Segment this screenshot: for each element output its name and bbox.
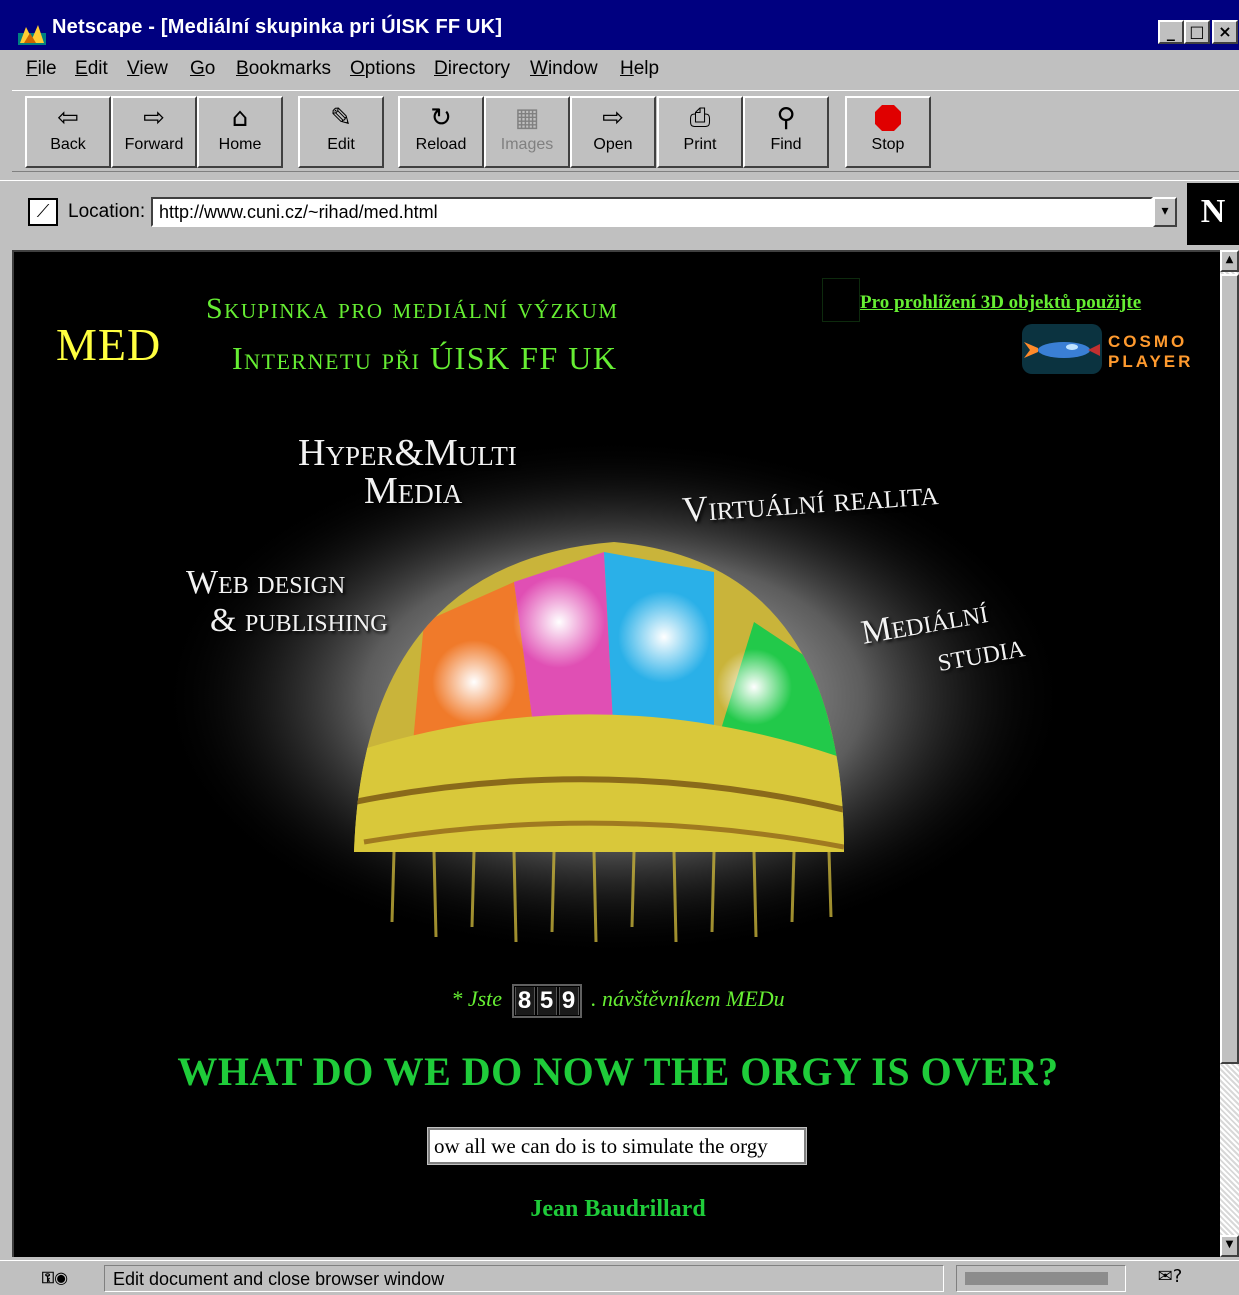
- menu-bar: File Edit View Go Bookmarks Options Dire…: [0, 50, 1239, 86]
- minimize-button[interactable]: _: [1158, 20, 1184, 44]
- counter-digit: 5: [536, 987, 557, 1015]
- location-label: Location:: [68, 201, 146, 222]
- scroll-down-button[interactable]: ▼: [1220, 1235, 1239, 1257]
- menu-go[interactable]: Go: [190, 58, 215, 80]
- location-bar: ⟋ Location: http://www.cuni.cz/~rihad/me…: [0, 180, 1239, 246]
- med-logo: MED: [56, 319, 162, 370]
- visitor-counter-line: * Jste 859 . návštěvníkem MEDu: [14, 984, 1220, 1018]
- open-icon: ⇨: [602, 103, 624, 133]
- pencil-icon: ✎: [330, 103, 352, 133]
- reload-label: Reload: [415, 136, 467, 153]
- home-button[interactable]: ⌂ Home: [197, 96, 283, 168]
- vertical-scrollbar[interactable]: ▲ ▼: [1220, 250, 1239, 1257]
- stop-label: Stop: [871, 136, 905, 153]
- cosmo-player-text: COSMO PLAYER: [1108, 332, 1193, 372]
- chevron-down-icon: ▾: [1161, 203, 1169, 219]
- progress-bar: [956, 1265, 1126, 1292]
- print-label: Print: [683, 136, 717, 153]
- counter-digit: 8: [514, 987, 535, 1015]
- menu-options[interactable]: Options: [350, 58, 415, 80]
- hyper-multimedia-link[interactable]: Hyper&Multi Media: [298, 434, 517, 510]
- binoculars-icon: ⚲: [776, 103, 796, 133]
- bookmark-icon[interactable]: ⟋: [28, 198, 58, 226]
- edit-button[interactable]: ✎ Edit: [298, 96, 384, 168]
- images-button[interactable]: ▦ Images: [484, 96, 570, 168]
- home-icon: ⌂: [231, 103, 249, 133]
- forward-button[interactable]: ⇨ Forward: [111, 96, 197, 168]
- arrow-left-icon: ⇦: [57, 103, 79, 133]
- cosmo-text-line-1: COSMO: [1108, 332, 1188, 351]
- edit-label: Edit: [327, 136, 355, 153]
- stop-icon: [847, 98, 929, 136]
- counter-prefix: * Jste: [451, 986, 503, 1012]
- window-title: Netscape - [Mediální skupinka pri ÚISK F…: [52, 16, 503, 38]
- scroll-thumb[interactable]: [1220, 274, 1239, 1064]
- counter-suffix: . návštěvníkem MEDu: [591, 986, 785, 1012]
- arrow-up-icon: ▲: [1225, 254, 1234, 265]
- back-label: Back: [50, 136, 86, 153]
- web-design-line-2: & publishing: [210, 602, 388, 639]
- cosmo-player-link[interactable]: Pro prohlížení 3D objektů použijte: [860, 292, 1141, 314]
- netscape-logo[interactable]: N: [1187, 181, 1239, 245]
- arrow-right-icon: ⇨: [143, 103, 165, 133]
- status-bar: ⚿◉ Edit document and close browser windo…: [0, 1260, 1239, 1295]
- security-key-icon[interactable]: ⚿◉: [24, 1267, 86, 1291]
- url-dropdown-button[interactable]: ▾: [1153, 197, 1177, 227]
- menu-file[interactable]: File: [26, 58, 57, 80]
- page-heading-line-2: Internetu při ÚISK FF UK: [232, 340, 618, 376]
- hyper-multimedia-line-2: Media: [364, 470, 463, 512]
- maximize-button[interactable]: □: [1184, 20, 1210, 44]
- menu-view[interactable]: View: [127, 58, 168, 80]
- menu-directory[interactable]: Directory: [434, 58, 510, 80]
- find-button[interactable]: ⚲ Find: [743, 96, 829, 168]
- quote-author: Jean Baudrillard: [530, 1196, 706, 1222]
- rocket-icon: [1022, 324, 1102, 374]
- arrow-down-icon: ▼: [1225, 1239, 1234, 1250]
- page-viewport: MED Skupinka pro mediální výzkum Interne…: [12, 250, 1220, 1257]
- printer-icon: ⎙: [689, 103, 711, 133]
- url-input[interactable]: http://www.cuni.cz/~rihad/med.html: [151, 197, 1153, 227]
- web-design-line-1: Web design: [186, 564, 346, 601]
- reload-button[interactable]: ↻ Reload: [398, 96, 484, 168]
- menu-edit[interactable]: Edit: [75, 58, 108, 80]
- forward-label: Forward: [124, 136, 184, 153]
- open-button[interactable]: ⇨ Open: [570, 96, 656, 168]
- visitor-counter: 859: [511, 984, 582, 1018]
- stop-button[interactable]: Stop: [845, 96, 931, 168]
- close-button[interactable]: ×: [1212, 20, 1238, 44]
- central-artwork-image-map[interactable]: Hyper&Multi Media Virtuální realita Web …: [154, 422, 1074, 957]
- hyper-multimedia-line-1: Hyper&Multi: [298, 432, 517, 474]
- cosmo-player-logo[interactable]: COSMO PLAYER: [1022, 324, 1194, 374]
- menu-bookmarks[interactable]: Bookmarks: [236, 58, 331, 80]
- menu-window[interactable]: Window: [530, 58, 598, 80]
- menu-help[interactable]: Help: [620, 58, 659, 80]
- netscape-icon: [18, 25, 46, 45]
- counter-digit: 9: [558, 987, 579, 1015]
- images-icon: ▦: [514, 103, 540, 133]
- reload-icon: ↻: [430, 103, 452, 133]
- status-text: Edit document and close browser window: [104, 1265, 944, 1292]
- images-label: Images: [500, 136, 554, 153]
- progress-fill: [965, 1272, 1108, 1285]
- home-label: Home: [218, 136, 262, 153]
- cosmo-text-line-2: PLAYER: [1108, 352, 1194, 371]
- scroll-up-button[interactable]: ▲: [1220, 250, 1239, 272]
- quote-text-field[interactable]: ow all we can do is to simulate the orgy: [427, 1127, 807, 1165]
- title-bar: Netscape - [Mediální skupinka pri ÚISK F…: [0, 0, 1239, 50]
- cosmo-placeholder-image: [822, 278, 860, 322]
- open-label: Open: [593, 136, 633, 153]
- navigation-toolbar: ⇦ Back ⇨ Forward ⌂ Home ✎ Edit ↻ Reload …: [12, 90, 1239, 172]
- mail-icon[interactable]: ✉?: [1140, 1265, 1200, 1292]
- print-button[interactable]: ⎙ Print: [657, 96, 743, 168]
- web-design-link[interactable]: Web design & publishing: [186, 564, 388, 640]
- page-heading-line-1: Skupinka pro mediální výzkum: [206, 292, 619, 325]
- find-label: Find: [770, 136, 802, 153]
- back-button[interactable]: ⇦ Back: [25, 96, 111, 168]
- web-page: MED Skupinka pro mediální výzkum Interne…: [14, 252, 1220, 1257]
- quote-heading: WHAT DO WE DO NOW THE ORGY IS OVER?: [177, 1049, 1059, 1094]
